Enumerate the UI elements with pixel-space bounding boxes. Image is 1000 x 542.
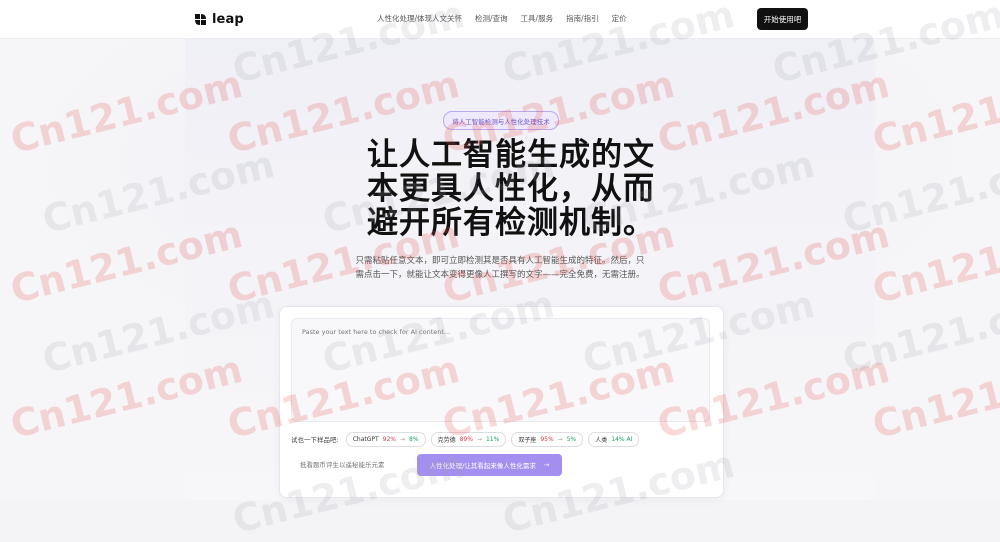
sample-ai-score: 89%	[459, 435, 473, 443]
sample-ai-score: 92%	[382, 435, 397, 443]
arrow-right-icon: →	[476, 435, 482, 443]
subtitle-line: 只需粘贴任意文本，即可立即检测其是否具有人工智能生成的特征。然后，只	[355, 256, 645, 266]
sample-chip-chatgpt[interactable]: ChatGPT 92% → 8%	[345, 431, 426, 447]
text-input-area[interactable]	[291, 318, 710, 422]
nav-item-humanize[interactable]: 人性化处理/体现人文关怀	[377, 13, 462, 24]
key-input[interactable]	[292, 455, 410, 475]
title-line: 让人工智能生成的文	[367, 137, 655, 173]
sample-human-score: 8%	[409, 435, 419, 443]
sample-name: ChatGPT	[352, 435, 379, 443]
leap-logo-icon	[194, 13, 207, 26]
get-started-button[interactable]: 开始使用吧	[757, 8, 808, 30]
sample-human-score: 14% AI	[611, 435, 633, 443]
logo[interactable]: leap	[194, 10, 244, 28]
nav-menu: 人性化处理/体现人文关怀 检测/查询 工具/服务 指南/指引 定价	[377, 13, 627, 24]
title-line: 本更具人性化，从而	[367, 171, 655, 207]
subtitle-line: 需点击一下，就能让文本变得更像人工撰写的文字——完全免费，无需注册。	[355, 270, 645, 280]
sample-name: 克劳德	[437, 436, 456, 444]
sample-chip-claude[interactable]: 克劳德 89% → 11%	[430, 431, 507, 447]
top-navbar: leap 人性化处理/体现人文关怀 检测/查询 工具/服务 指南/指引 定价 开…	[0, 0, 1000, 39]
sample-human-score: 5%	[566, 435, 577, 443]
nav-item-detect[interactable]: 检测/查询	[475, 13, 508, 24]
sample-row: 试也一下样品吧: ChatGPT 92% → 8% 克劳德 89% → 11% …	[291, 431, 640, 447]
humanize-button[interactable]: 人性化处理/让其看起来像人性化需求 →	[417, 454, 562, 476]
sample-name: 人类	[595, 436, 608, 444]
samples-label: 试也一下样品吧:	[291, 436, 339, 444]
logo-text: leap	[212, 11, 244, 27]
page-subtitle: 只需粘贴任意文本，即可立即检测其是否具有人工智能生成的特征。然后，只 需点击一下…	[345, 254, 655, 282]
feature-badge: 将人工智能检测与人性化处理技术	[443, 111, 559, 130]
sample-chip-gemini[interactable]: 双子座 95% → 5%	[511, 431, 584, 447]
page-title: 让人工智能生成的文 本更具人性化，从而 避开所有检测机制。	[367, 137, 655, 241]
arrow-right-icon: →	[557, 435, 563, 443]
sample-ai-score: 95%	[540, 435, 554, 443]
nav-item-guide[interactable]: 指南/指引	[566, 13, 599, 24]
sample-name: 双子座	[518, 436, 537, 444]
sample-chip-human[interactable]: 人类 14% AI	[588, 431, 640, 447]
arrow-right-icon: →	[400, 435, 406, 443]
sample-human-score: 11%	[485, 435, 500, 443]
nav-item-tools[interactable]: 工具/服务	[521, 13, 554, 24]
humanize-button-label: 人性化处理/让其看起来像人性化需求	[429, 462, 536, 470]
nav-item-pricing[interactable]: 定价	[612, 13, 627, 24]
arrow-right-icon: →	[543, 461, 550, 469]
title-line: 避开所有检测机制。	[367, 205, 655, 241]
